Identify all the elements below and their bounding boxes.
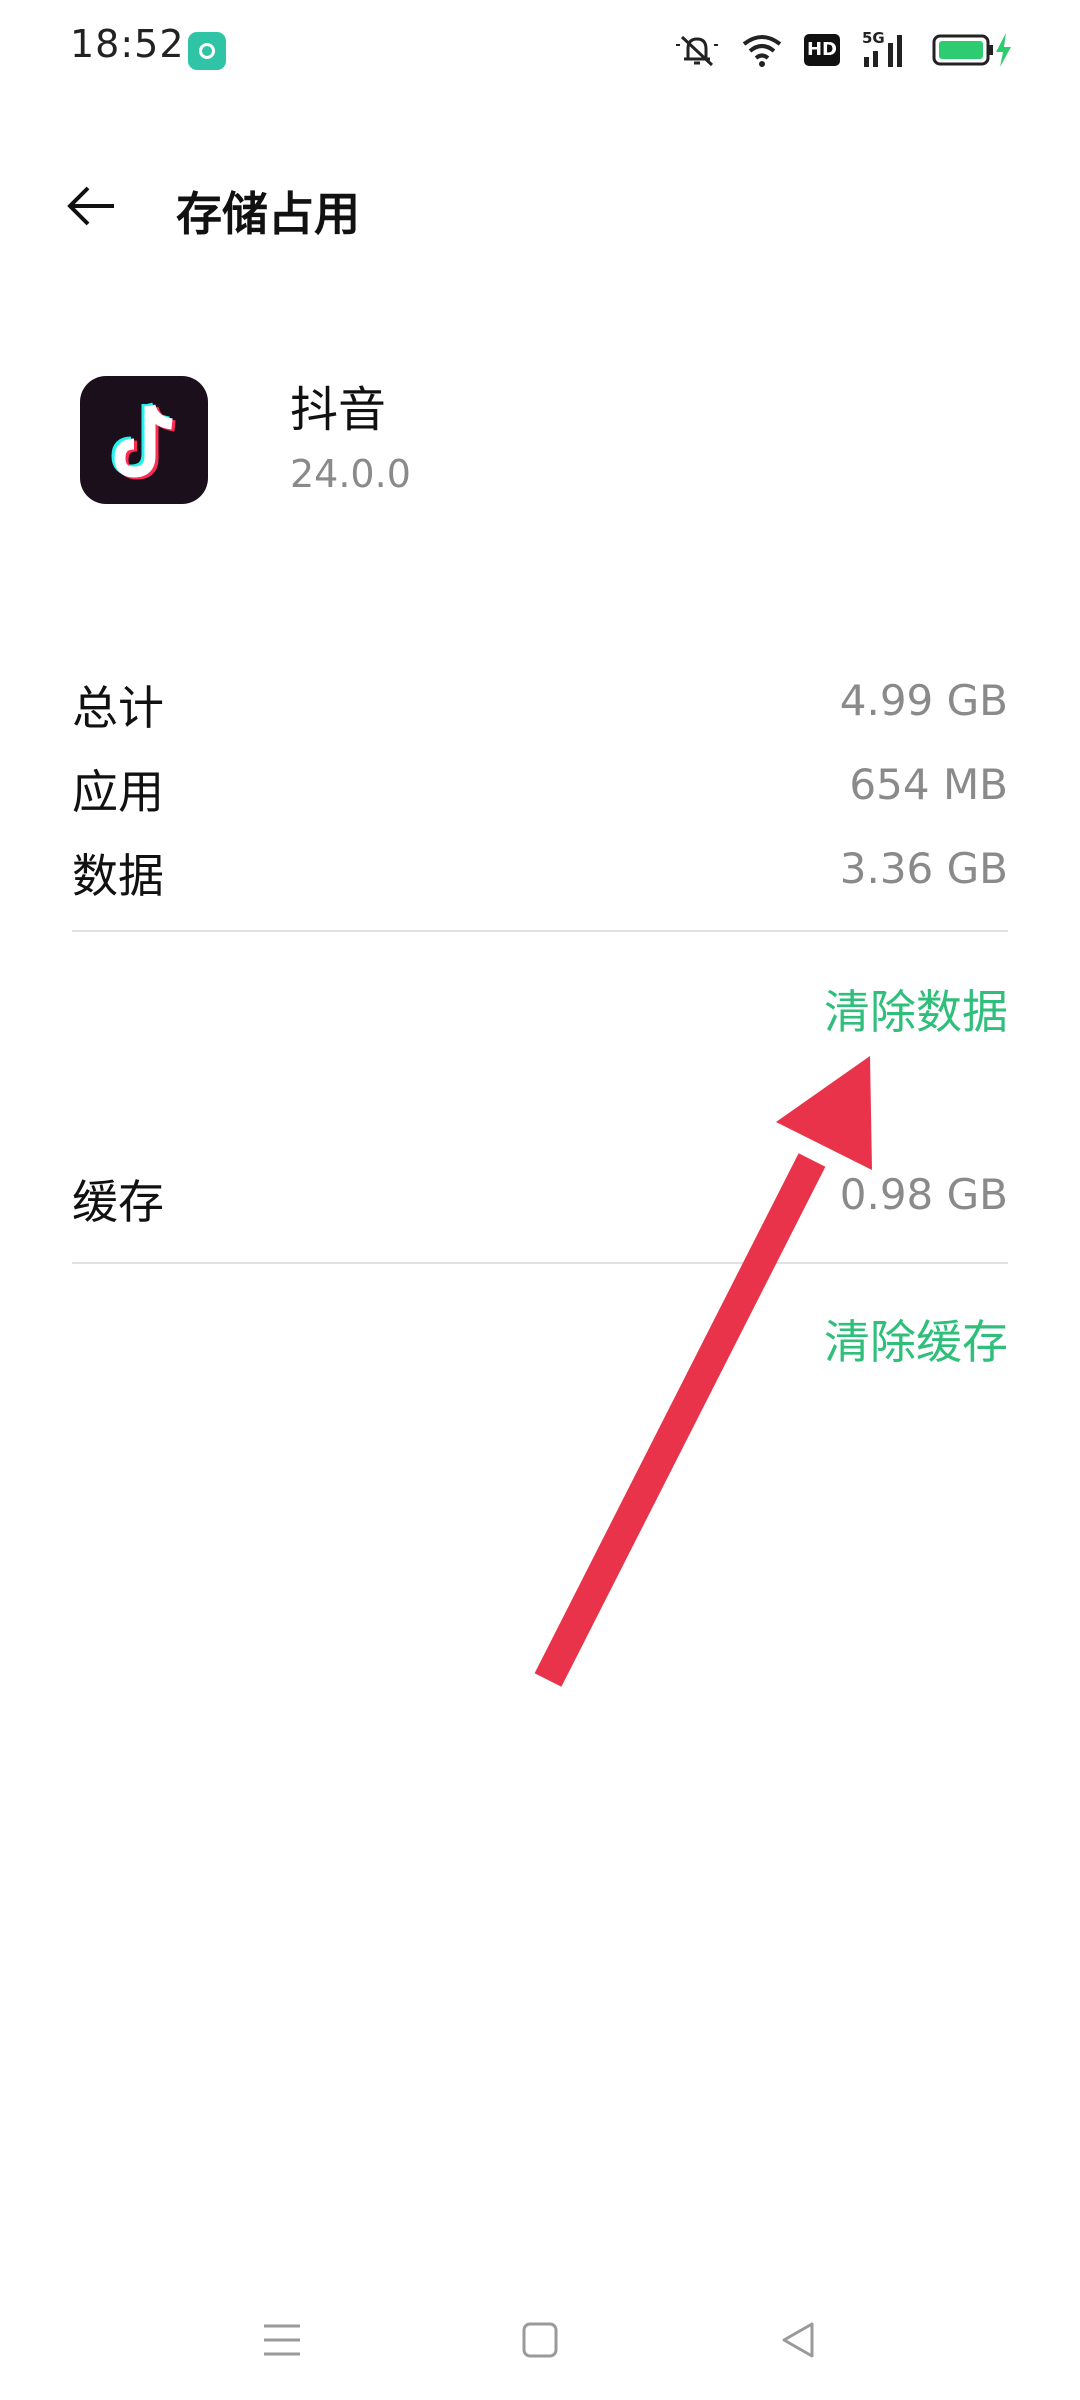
battery-charging-icon [932, 31, 1014, 69]
back-arrow-icon[interactable] [64, 178, 120, 234]
storage-row-total: 总计 4.99 GB [72, 672, 1008, 742]
data-value: 3.36 GB [839, 844, 1008, 893]
menu-icon[interactable] [252, 2310, 312, 2370]
app-size-label: 应用 [72, 765, 164, 819]
navigation-bar [0, 2290, 1080, 2390]
wifi-icon [742, 32, 782, 68]
hd-icon: HD [804, 34, 840, 66]
page-title: 存储占用 [176, 187, 360, 241]
storage-row-app: 应用 654 MB [72, 756, 1008, 826]
home-icon[interactable] [510, 2310, 570, 2370]
cache-label: 缓存 [72, 1175, 164, 1229]
status-bar: 18:52 HD 5G [0, 0, 1080, 100]
cache-value: 0.98 GB [839, 1170, 1008, 1219]
total-label: 总计 [72, 681, 164, 735]
5g-signal-icon: 5G [862, 29, 910, 69]
storage-row-cache: 缓存 0.98 GB [72, 1166, 1008, 1236]
mute-icon [674, 31, 720, 69]
back-triangle-icon[interactable] [768, 2310, 828, 2370]
clear-cache-button[interactable]: 清除缓存 [824, 1306, 1008, 1372]
clear-data-button[interactable]: 清除数据 [824, 976, 1008, 1042]
data-label: 数据 [72, 849, 164, 903]
storage-row-data: 数据 3.36 GB [72, 840, 1008, 910]
app-version: 24.0.0 [290, 452, 411, 496]
app-name: 抖音 [290, 382, 387, 438]
divider [72, 930, 1008, 932]
divider [72, 1262, 1008, 1264]
tiktok-logo-icon [80, 376, 208, 504]
app-size-value: 654 MB [849, 760, 1008, 809]
music-app-icon [188, 32, 226, 70]
app-header: 存储占用 [0, 160, 1080, 250]
total-value: 4.99 GB [839, 676, 1008, 725]
status-icons: HD 5G [674, 28, 1014, 72]
status-time: 18:52 [70, 22, 185, 66]
